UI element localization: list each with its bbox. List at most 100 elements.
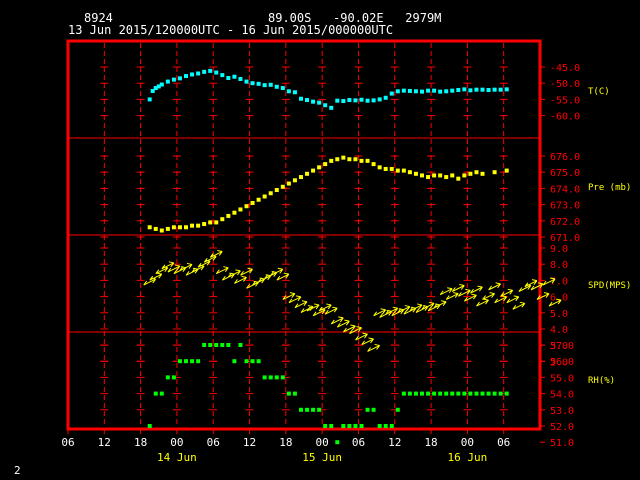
temperature-point — [456, 88, 461, 93]
pressure-point — [274, 188, 279, 193]
pressure-point — [147, 225, 152, 230]
rh-point — [280, 375, 285, 380]
pressure-point — [365, 158, 370, 163]
pressure-point — [311, 168, 316, 173]
pressure-point — [208, 220, 213, 225]
pressure-point — [250, 200, 255, 205]
temperature-point — [498, 87, 503, 92]
x-tick-label: 12 — [98, 436, 111, 449]
temperature-point — [480, 87, 485, 92]
pressure-point — [353, 157, 358, 162]
pressure-point — [347, 157, 352, 162]
pressure-point — [220, 217, 225, 222]
temperature-point — [420, 89, 424, 94]
temperature-point — [244, 79, 249, 84]
rh-point — [450, 391, 455, 396]
pressure-point — [165, 226, 170, 231]
rh-point — [220, 343, 225, 347]
wind-arrow — [506, 295, 520, 304]
rh-point — [377, 424, 382, 428]
wind-arrow — [488, 282, 502, 291]
temperature-point — [335, 98, 340, 103]
temperature-point — [159, 82, 164, 87]
temperature-point — [280, 86, 285, 91]
temperature-tick-label: -45.0 — [550, 63, 580, 74]
temperature-point — [208, 68, 213, 73]
rh-point — [492, 391, 497, 396]
wind-arrow — [324, 306, 338, 315]
x-tick-label: 18 — [134, 436, 147, 449]
wind-arrow — [294, 300, 308, 309]
pressure-point — [244, 204, 249, 209]
x-tick-label: 06 — [497, 436, 510, 449]
day-label: 15 Jun — [302, 451, 342, 464]
temperature-tick-label: -60.0 — [550, 112, 580, 123]
temperature-point — [450, 88, 455, 93]
wind-arrow — [143, 277, 157, 286]
pressure-point — [202, 222, 207, 227]
rh-point — [305, 407, 310, 412]
pressure-point — [407, 170, 412, 175]
day-label: 16 Jun — [448, 451, 488, 464]
rh-point — [184, 359, 188, 364]
wind-arrow — [457, 288, 471, 297]
pressure-point — [262, 194, 267, 199]
pressure-axis-label: Pre (mb) — [588, 183, 631, 193]
pressure-point — [377, 165, 382, 170]
temperature-point — [474, 87, 479, 92]
wind-arrow — [367, 343, 380, 352]
x-tick-label: 00 — [170, 436, 183, 449]
rh-point — [456, 391, 461, 396]
pressure-point — [432, 173, 437, 178]
pressure-point — [184, 225, 188, 230]
rh-axis-label: RH(%) — [588, 376, 615, 386]
pressure-point — [268, 191, 273, 196]
wind-arrow — [215, 266, 229, 275]
rh-point — [292, 391, 297, 396]
rh-point — [444, 391, 449, 396]
pressure-tick-label: 675.0 — [550, 168, 580, 179]
pressure-tick-label: 672.0 — [550, 217, 580, 228]
rh-point — [407, 391, 412, 396]
pressure-point — [426, 175, 431, 180]
rh-point — [153, 391, 158, 396]
temperature-point — [444, 89, 449, 94]
pressure-point — [214, 220, 219, 225]
rh-point — [202, 343, 207, 347]
rh-point — [165, 375, 170, 380]
wind-arrow — [464, 293, 477, 302]
temperature-point — [395, 89, 400, 94]
rh-point — [395, 407, 400, 412]
rh-point — [232, 359, 237, 364]
wind-arrow — [512, 301, 526, 310]
temperature-point — [202, 69, 207, 74]
wind-arrow — [518, 284, 532, 292]
rh-tick-label: 53.0 — [550, 406, 574, 417]
rh-point — [214, 343, 219, 347]
pressure-point — [456, 176, 461, 181]
pressure-point — [438, 173, 443, 178]
page-number: 2 — [14, 464, 21, 477]
temperature-point — [359, 97, 364, 102]
pressure-point — [383, 166, 388, 171]
temperature-point — [317, 100, 322, 105]
rh-point — [335, 440, 340, 445]
rh-tick-label: 57.0 — [550, 341, 574, 352]
rh-point — [208, 343, 213, 347]
rh-point — [298, 407, 303, 412]
wind-arrow — [451, 284, 465, 292]
temperature-point — [383, 95, 388, 100]
temperature-tick-label: -50.0 — [550, 79, 580, 90]
pressure-point — [420, 173, 424, 178]
temperature-point — [504, 87, 509, 92]
pressure-point — [256, 197, 261, 202]
pressure-point — [226, 213, 231, 218]
rh-point — [371, 407, 376, 412]
pressure-point — [190, 223, 195, 228]
temperature-point — [389, 91, 394, 96]
temperature-point — [407, 88, 412, 93]
rh-point — [347, 424, 352, 428]
rh-point — [359, 424, 364, 428]
pressure-point — [298, 175, 303, 180]
rh-point — [480, 391, 485, 396]
